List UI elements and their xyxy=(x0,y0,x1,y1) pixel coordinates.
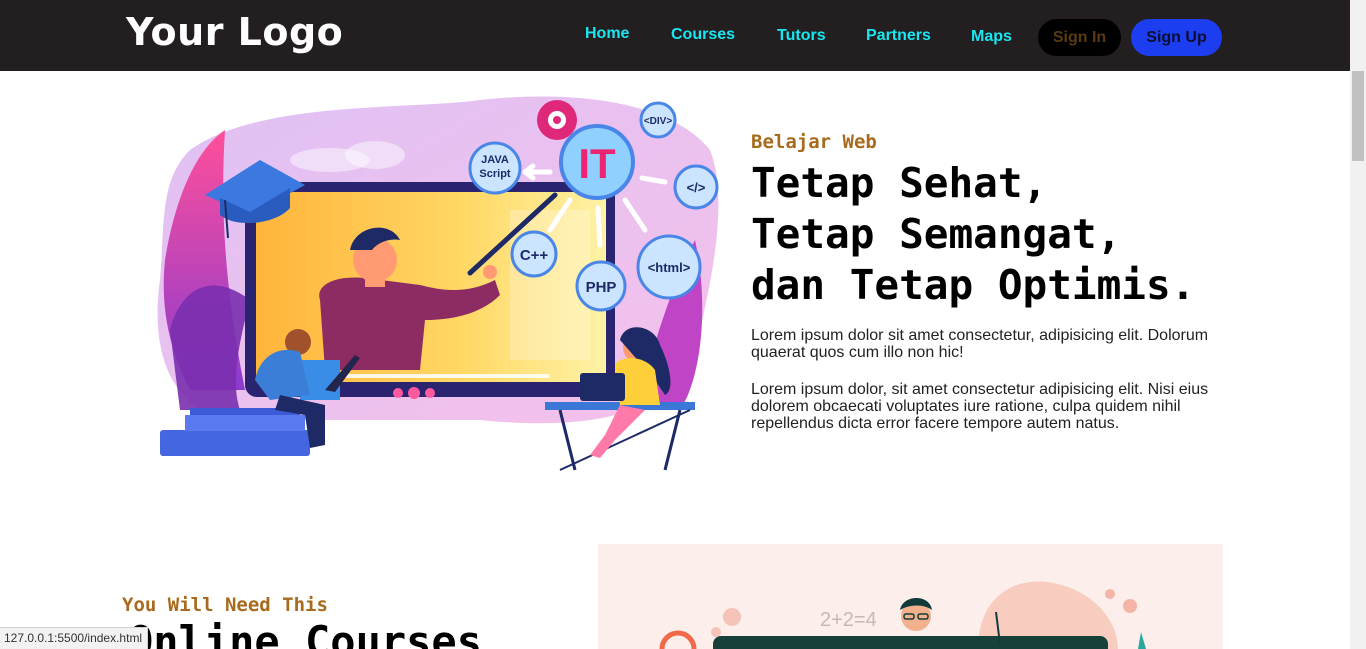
nav-tutors[interactable]: Tutors xyxy=(777,27,826,45)
hero-title-line: Tetap Sehat, xyxy=(751,159,1048,207)
php-badge-text: PHP xyxy=(586,279,617,296)
hero-title-line: dan Tetap Optimis. xyxy=(751,261,1196,309)
scrollbar-thumb[interactable] xyxy=(1352,71,1364,161)
script-badge-text: Script xyxy=(479,168,511,180)
sign-in-button[interactable]: Sign In xyxy=(1038,19,1121,56)
html-badge-text: <html> xyxy=(648,260,691,275)
nav-partners[interactable]: Partners xyxy=(866,27,931,45)
courses-eyebrow: You Will Need This xyxy=(122,594,328,616)
div-badge-text: <DIV> xyxy=(644,116,673,127)
nav-courses[interactable]: Courses xyxy=(671,26,735,44)
board-math-text: 2+2=4 xyxy=(820,609,877,631)
code-badge-text: </> xyxy=(687,180,706,195)
nav-home[interactable]: Home xyxy=(585,25,629,43)
hero-eyebrow: Belajar Web xyxy=(751,131,877,153)
it-badge-text: IT xyxy=(578,140,616,187)
nav-maps[interactable]: Maps xyxy=(971,28,1012,46)
status-bar-url: 127.0.0.1:5500/index.html xyxy=(0,627,149,649)
cpp-badge-text: C++ xyxy=(520,247,549,264)
courses-title: Online Courses xyxy=(128,617,483,649)
courses-illustration: 2+2=4 xyxy=(598,544,1223,649)
hero-paragraph: Lorem ipsum dolor, sit amet consectetur … xyxy=(751,381,1209,432)
hero-title: Tetap Sehat, Tetap Semangat, dan Tetap O… xyxy=(751,158,1231,311)
hero-title-line: Tetap Semangat, xyxy=(751,210,1122,258)
java-badge-text: JAVA xyxy=(481,154,509,166)
site-logo[interactable]: Your Logo xyxy=(126,10,343,54)
hero-illustration: IT JAVA Script <DIV> </> C++ PHP <html> xyxy=(157,96,719,471)
hero-paragraph: Lorem ipsum dolor sit amet consectetur, … xyxy=(751,327,1209,361)
navbar: Your Logo Home Courses Tutors Partners M… xyxy=(0,0,1350,71)
sign-up-button[interactable]: Sign Up xyxy=(1131,19,1222,56)
